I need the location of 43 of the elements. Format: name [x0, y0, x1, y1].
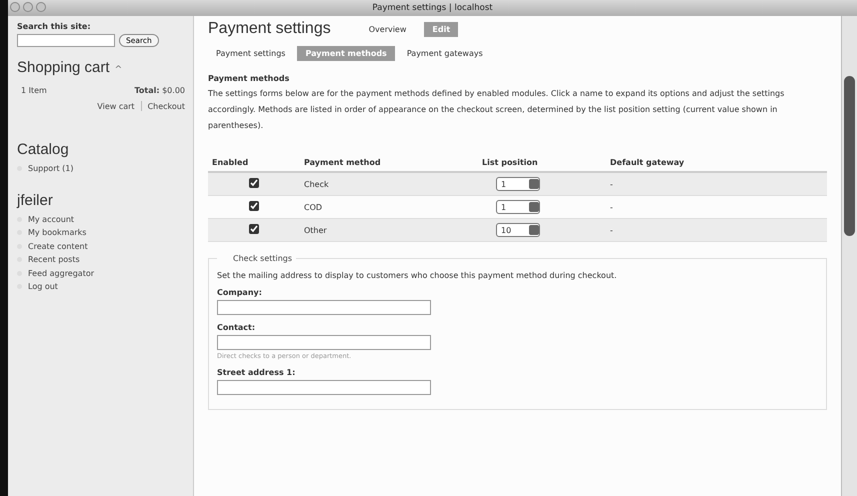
menu-link[interactable]: My account: [28, 214, 74, 224]
sub-tab[interactable]: Payment settings: [208, 46, 294, 61]
fieldset-description: Set the mailing address to display to customers who choose this payment method during checkout.: [217, 271, 618, 280]
window-title: Payment settings | localhost: [372, 3, 493, 13]
input-field[interactable]: [217, 335, 431, 350]
field-label: Street address 1:: [217, 368, 296, 377]
table-cell: -: [606, 218, 827, 242]
block-title: Catalog: [17, 141, 70, 158]
search-field[interactable]: [17, 34, 115, 47]
sub-tab[interactable]: Payment gateways: [398, 46, 491, 61]
page-title: Payment settings: [208, 20, 331, 38]
table-cell: -: [606, 172, 827, 196]
position-select[interactable]: 10: [496, 223, 540, 237]
menu-link[interactable]: Feed aggregator: [28, 268, 94, 278]
input-field[interactable]: [217, 300, 431, 315]
table-cell: Check: [300, 172, 478, 196]
search-label: Search this site:: [17, 22, 92, 31]
cart-link[interactable]: Checkout: [148, 102, 185, 110]
tab[interactable]: Overview: [360, 22, 414, 36]
input-field[interactable]: [217, 380, 431, 395]
position-select[interactable]: 1: [496, 200, 540, 214]
menu-link[interactable]: Log out: [28, 282, 58, 292]
menu-link[interactable]: Support (1): [28, 164, 74, 174]
field-label: Company:: [217, 288, 263, 297]
menu-link[interactable]: Recent posts: [28, 255, 80, 264]
enabled-checkbox[interactable]: [249, 178, 259, 188]
cart-item-count: 1 Item: [21, 86, 47, 95]
cart-link[interactable]: View cart: [97, 102, 135, 110]
menu-link[interactable]: My bookmarks: [28, 228, 86, 238]
cart-total: Total: $0.00: [134, 86, 185, 95]
table-cell: Other: [300, 218, 478, 242]
enabled-checkbox[interactable]: [249, 201, 259, 211]
description: The settings forms below are for the payment methods defined by enabled modules. Click a name to expand its options and adjust the settings accordingly. Methods are listed in order of appearance on the checkout screen, determined by the list position setting (current value shown in parentheses).: [208, 88, 786, 132]
field-label: Contact:: [217, 323, 256, 332]
scrollbar[interactable]: [841, 16, 857, 496]
block-title: Shopping cart: [17, 59, 110, 76]
block-title: jfeiler: [17, 192, 54, 208]
menu-link[interactable]: Create content: [28, 242, 88, 251]
enabled-checkbox[interactable]: [249, 224, 259, 234]
fieldset-legend[interactable]: Check settings: [217, 254, 296, 263]
section-title: Payment methods: [208, 74, 290, 83]
position-select[interactable]: 1: [496, 177, 540, 191]
collapse-toggle[interactable]: ^: [114, 65, 122, 75]
